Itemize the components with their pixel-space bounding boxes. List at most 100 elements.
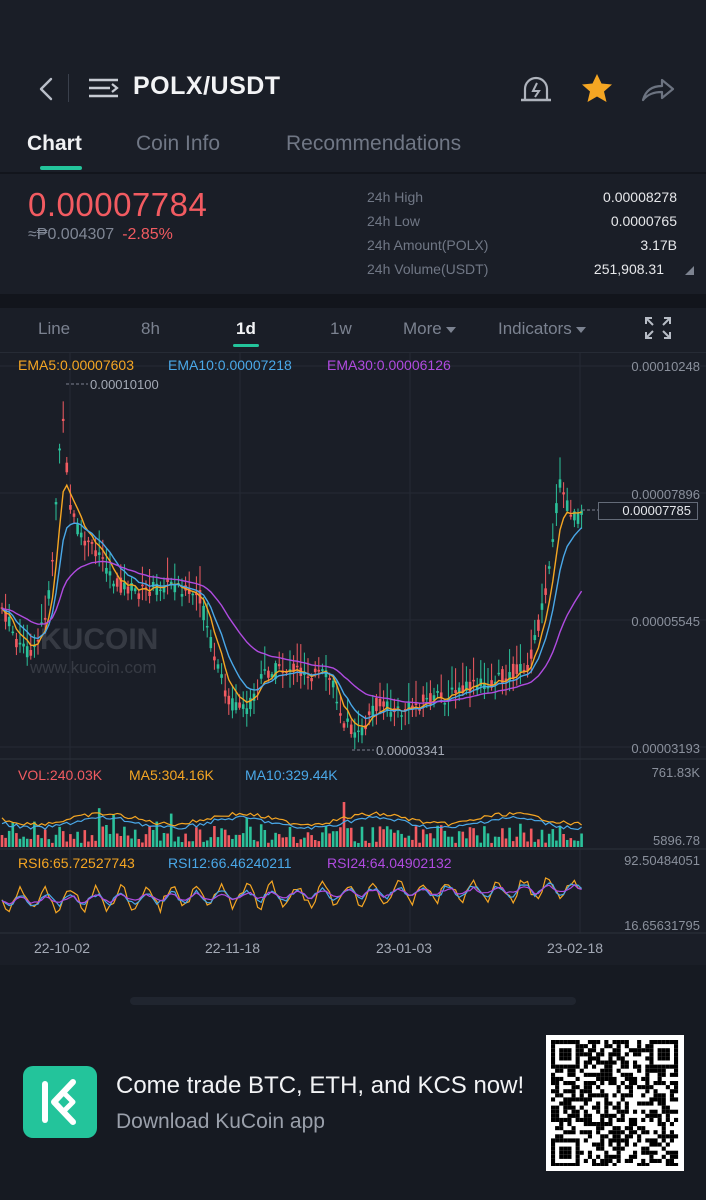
qr-module bbox=[592, 1093, 597, 1098]
volume-bar bbox=[411, 839, 414, 847]
qr-module bbox=[596, 1072, 601, 1077]
volume-bar bbox=[54, 834, 58, 847]
volume-bar bbox=[479, 842, 483, 847]
indicators-dropdown[interactable]: Indicators bbox=[498, 319, 587, 339]
tab-chart[interactable]: Chart bbox=[27, 132, 82, 156]
volume-bar bbox=[439, 825, 443, 847]
qr-module bbox=[645, 1138, 650, 1143]
qr-module bbox=[674, 1072, 679, 1077]
qr-module bbox=[661, 1052, 666, 1057]
volume-bar bbox=[198, 829, 202, 847]
qr-module bbox=[600, 1089, 605, 1094]
candle-body bbox=[400, 715, 403, 717]
candle-body bbox=[576, 512, 580, 524]
alert-icon[interactable] bbox=[519, 74, 553, 104]
pair-title[interactable]: POLX/USDT bbox=[133, 72, 281, 101]
candle-body bbox=[151, 581, 155, 588]
rsi-axis-min: 16.65631795 bbox=[624, 918, 700, 933]
more-dropdown[interactable]: More bbox=[403, 319, 457, 339]
qr-module bbox=[592, 1064, 597, 1069]
qr-module bbox=[555, 1138, 560, 1143]
volume-bar bbox=[61, 831, 65, 847]
volume-bar bbox=[144, 834, 148, 847]
star-icon[interactable] bbox=[580, 72, 614, 104]
volume-bar bbox=[295, 842, 299, 847]
qr-module bbox=[669, 1154, 674, 1159]
qr-module bbox=[587, 1056, 592, 1061]
qr-module bbox=[649, 1158, 654, 1163]
candle-body bbox=[555, 503, 558, 514]
candle-body bbox=[472, 679, 475, 682]
candlestick-chart[interactable]: KUCOIN www.kucoin.com bbox=[0, 353, 706, 963]
qr-module bbox=[669, 1072, 674, 1077]
qr-module bbox=[559, 1163, 564, 1168]
qr-module bbox=[604, 1154, 609, 1159]
qr-module bbox=[583, 1060, 588, 1065]
qr-module bbox=[587, 1113, 592, 1118]
qr-module bbox=[661, 1122, 666, 1127]
stat-label-high: 24h High bbox=[367, 189, 424, 205]
qr-module bbox=[600, 1113, 605, 1118]
back-icon[interactable] bbox=[36, 76, 56, 102]
fullscreen-icon[interactable] bbox=[644, 316, 672, 340]
qr-module bbox=[608, 1154, 613, 1159]
qr-module bbox=[641, 1109, 646, 1114]
qr-module bbox=[665, 1134, 670, 1139]
qr-module bbox=[555, 1076, 560, 1081]
candle-body bbox=[133, 588, 137, 592]
qr-module bbox=[624, 1064, 629, 1069]
qr-module bbox=[665, 1040, 670, 1045]
price-axis-label: 0.00005545 bbox=[631, 614, 700, 629]
qr-module bbox=[674, 1097, 679, 1102]
volume-bar bbox=[353, 841, 357, 847]
qr-module bbox=[596, 1093, 601, 1098]
timeframe-1w[interactable]: 1w bbox=[330, 319, 352, 339]
share-icon[interactable] bbox=[640, 76, 676, 104]
volume-bar bbox=[15, 833, 18, 847]
tab-recommendations[interactable]: Recommendations bbox=[286, 132, 461, 156]
volume-bar bbox=[324, 825, 328, 847]
qr-module bbox=[653, 1068, 658, 1073]
candle-body bbox=[112, 583, 115, 587]
timeframe-1d[interactable]: 1d bbox=[236, 319, 256, 339]
qr-module bbox=[645, 1150, 650, 1155]
qr-module bbox=[567, 1138, 572, 1143]
qr-module bbox=[587, 1048, 592, 1053]
volume-bar bbox=[202, 841, 205, 847]
qr-module bbox=[661, 1146, 666, 1151]
qr-module bbox=[674, 1044, 679, 1049]
qr-module bbox=[624, 1060, 629, 1065]
qr-module bbox=[567, 1072, 572, 1077]
candle-body bbox=[94, 550, 97, 557]
qr-module bbox=[592, 1040, 597, 1045]
volume-bar bbox=[58, 826, 61, 847]
tab-coin-info[interactable]: Coin Info bbox=[136, 132, 220, 156]
qr-module bbox=[600, 1052, 605, 1057]
qr-module bbox=[579, 1130, 584, 1135]
qr-module bbox=[583, 1130, 588, 1135]
candle-body bbox=[61, 418, 65, 421]
timeframe-line[interactable]: Line bbox=[38, 319, 70, 339]
volume-bar bbox=[151, 829, 155, 847]
price-axis-label: 0.00003193 bbox=[631, 741, 700, 756]
qr-module bbox=[674, 1150, 679, 1155]
qr-code[interactable] bbox=[546, 1035, 684, 1171]
menu-icon[interactable] bbox=[88, 77, 120, 99]
qr-module bbox=[657, 1158, 662, 1163]
qr-module bbox=[661, 1081, 666, 1086]
qr-module bbox=[661, 1154, 666, 1159]
qr-module bbox=[559, 1076, 564, 1081]
qr-module bbox=[645, 1068, 650, 1073]
qr-module bbox=[653, 1150, 658, 1155]
qr-module bbox=[649, 1101, 654, 1106]
volume-bar bbox=[0, 835, 4, 847]
active-tab-indicator bbox=[40, 166, 82, 170]
volume-bar bbox=[108, 833, 112, 847]
qr-module bbox=[600, 1146, 605, 1151]
qr-module bbox=[633, 1130, 638, 1135]
qr-module bbox=[628, 1076, 633, 1081]
volume-bar bbox=[281, 837, 285, 847]
qr-module bbox=[669, 1122, 674, 1127]
timeframe-8h[interactable]: 8h bbox=[141, 319, 160, 339]
qr-module bbox=[633, 1064, 638, 1069]
